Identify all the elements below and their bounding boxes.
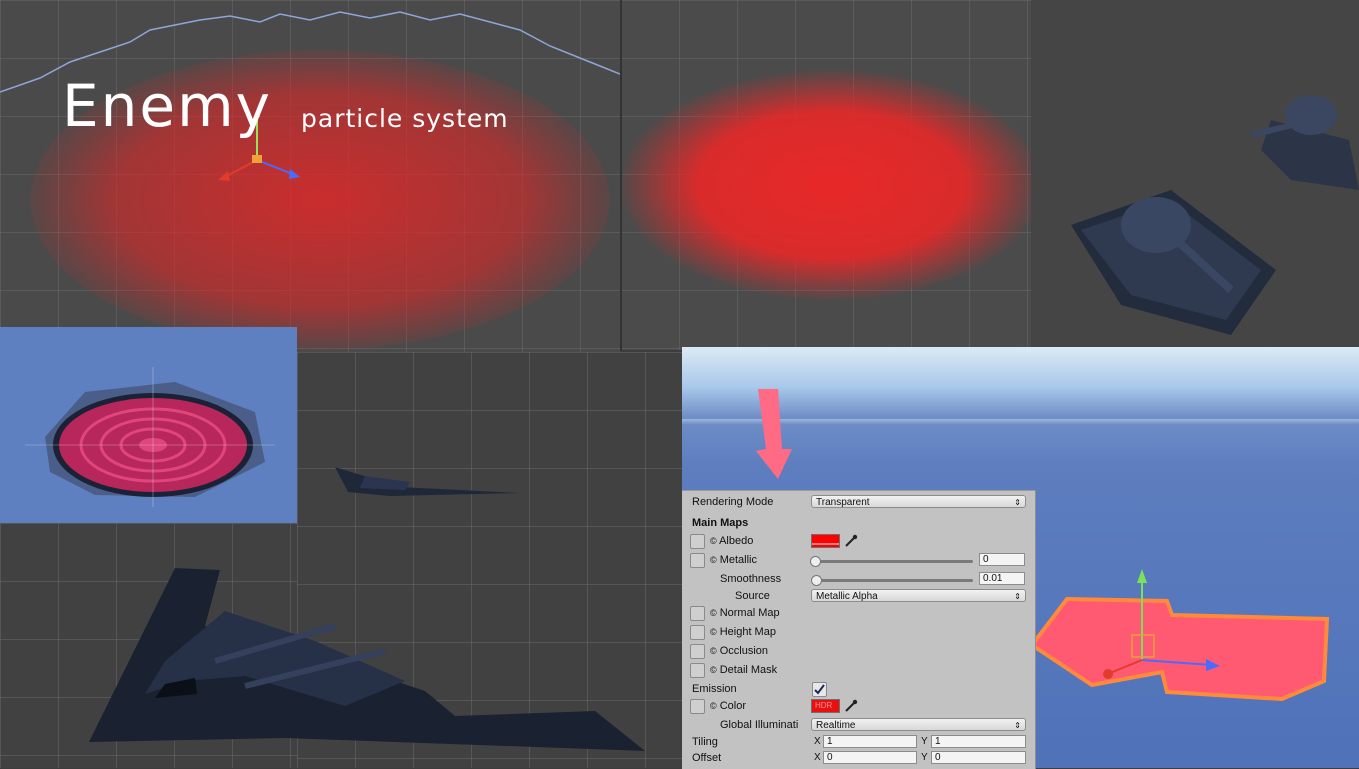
tiling-row: Tiling X 1 Y 1 — [682, 734, 1035, 751]
offset-x-label: X — [814, 752, 821, 763]
detail-mask-label: © Detail Mask — [710, 664, 778, 676]
eyedropper-icon[interactable] — [844, 534, 858, 548]
tiling-x-field[interactable]: 1 — [823, 735, 917, 748]
global-illumination-dropdown[interactable]: Realtime ⇕ — [811, 718, 1026, 731]
rose-particle — [25, 367, 275, 507]
global-illumination-label: Global Illuminati — [720, 719, 799, 731]
detail-mask-texture-slot[interactable] — [690, 663, 705, 678]
smoothness-slider[interactable] — [815, 579, 973, 582]
tiling-x-label: X — [814, 736, 821, 747]
rendering-mode-label: Rendering Mode — [692, 496, 774, 508]
scene-view-particle-closeup — [621, 0, 1041, 350]
material-inspector-panel: Rendering Mode Transparent ⇕ Main Maps ©… — [682, 490, 1036, 769]
transform-gizmo[interactable] — [1102, 565, 1222, 685]
metallic-row: © Metallic 0 — [682, 552, 1035, 569]
smoothness-slider-knob[interactable] — [811, 575, 822, 586]
tiling-y-field[interactable]: 1 — [931, 735, 1026, 748]
eyedropper-icon[interactable] — [844, 699, 858, 713]
global-illumination-value: Realtime — [816, 720, 856, 731]
bomber-model-small — [335, 467, 520, 496]
occlusion-texture-slot[interactable] — [690, 644, 705, 659]
offset-y-field[interactable]: 0 — [931, 751, 1026, 764]
offset-label: Offset — [692, 752, 722, 764]
albedo-label: © Albedo — [710, 535, 754, 547]
height-map-texture-slot[interactable] — [690, 625, 705, 640]
emission-checkbox[interactable] — [812, 682, 827, 697]
pink-down-arrow — [756, 389, 792, 479]
rendering-mode-value: Transparent — [816, 497, 870, 508]
metallic-texture-slot[interactable] — [690, 553, 705, 568]
normal-map-texture-slot[interactable] — [690, 606, 705, 621]
smoothness-label: Smoothness — [720, 573, 782, 585]
bomber-model-large — [89, 568, 645, 751]
slide-title: Enemy — [62, 72, 272, 140]
offset-x-field[interactable]: 0 — [823, 751, 917, 764]
checkmark-icon — [814, 684, 825, 695]
source-row: Source Metallic Alpha ⇕ — [682, 588, 1035, 605]
smoothness-value-field[interactable]: 0.01 — [979, 572, 1025, 585]
texture-icon: © — [710, 608, 717, 618]
tiling-label: Tiling — [692, 736, 718, 748]
texture-icon: © — [710, 646, 717, 656]
smoothness-row: Smoothness 0.01 — [682, 571, 1035, 588]
occlusion-label: © Occlusion — [710, 645, 768, 657]
dropdown-arrow-icon: ⇕ — [1014, 498, 1021, 507]
albedo-texture-slot[interactable] — [690, 534, 705, 549]
emission-color-label: © Color — [710, 700, 746, 712]
emission-hdr-color-swatch[interactable]: HDR — [811, 699, 840, 713]
dropdown-arrow-icon: ⇕ — [1014, 592, 1021, 601]
red-particle-blob — [621, 70, 1041, 300]
scene-view-enemy-particles — [0, 0, 620, 352]
slide-subtitle: particle system — [301, 104, 509, 133]
emission-label: Emission — [692, 683, 737, 695]
offset-y-label: Y — [921, 752, 928, 763]
albedo-color-swatch[interactable] — [811, 534, 840, 548]
texture-icon: © — [710, 627, 717, 637]
offset-row: Offset X 0 Y 0 — [682, 750, 1035, 767]
global-illumination-row: Global Illuminati Realtime ⇕ — [682, 717, 1035, 734]
source-label: Source — [735, 590, 770, 602]
metallic-slider[interactable] — [815, 560, 973, 563]
emission-color-row: © Color HDR — [682, 698, 1035, 715]
scene-view-tanks — [1031, 0, 1359, 350]
normal-map-label: © Normal Map — [710, 607, 780, 619]
tiling-y-label: Y — [921, 736, 928, 747]
albedo-row: © Albedo — [682, 533, 1035, 550]
texture-icon: © — [710, 536, 717, 546]
metallic-slider-knob[interactable] — [810, 556, 821, 567]
main-maps-header: Main Maps — [692, 517, 749, 529]
tank-model-front — [1071, 190, 1276, 335]
occlusion-row: © Occlusion — [682, 643, 1035, 660]
emission-row: Emission — [682, 681, 1035, 698]
source-value: Metallic Alpha — [816, 591, 878, 602]
scene-view-rose-particle — [0, 327, 297, 523]
height-map-label: © Height Map — [710, 626, 776, 638]
emission-texture-slot[interactable] — [690, 699, 705, 714]
texture-icon: © — [710, 665, 717, 675]
rendering-mode-dropdown[interactable]: Transparent ⇕ — [811, 495, 1026, 508]
height-map-row: © Height Map — [682, 624, 1035, 641]
dropdown-arrow-icon: ⇕ — [1014, 721, 1021, 730]
normal-map-row: © Normal Map — [682, 605, 1035, 622]
hdr-badge: HDR — [815, 701, 833, 710]
panel-divider — [620, 0, 622, 350]
source-dropdown[interactable]: Metallic Alpha ⇕ — [811, 589, 1026, 602]
main-maps-row: Main Maps — [682, 515, 1035, 532]
rendering-mode-row: Rendering Mode Transparent ⇕ — [682, 494, 1035, 511]
detail-mask-row: © Detail Mask — [682, 662, 1035, 679]
texture-icon: © — [710, 555, 717, 565]
texture-icon: © — [710, 701, 717, 711]
metallic-value-field[interactable]: 0 — [979, 553, 1025, 566]
metallic-label: © Metallic — [710, 554, 757, 566]
